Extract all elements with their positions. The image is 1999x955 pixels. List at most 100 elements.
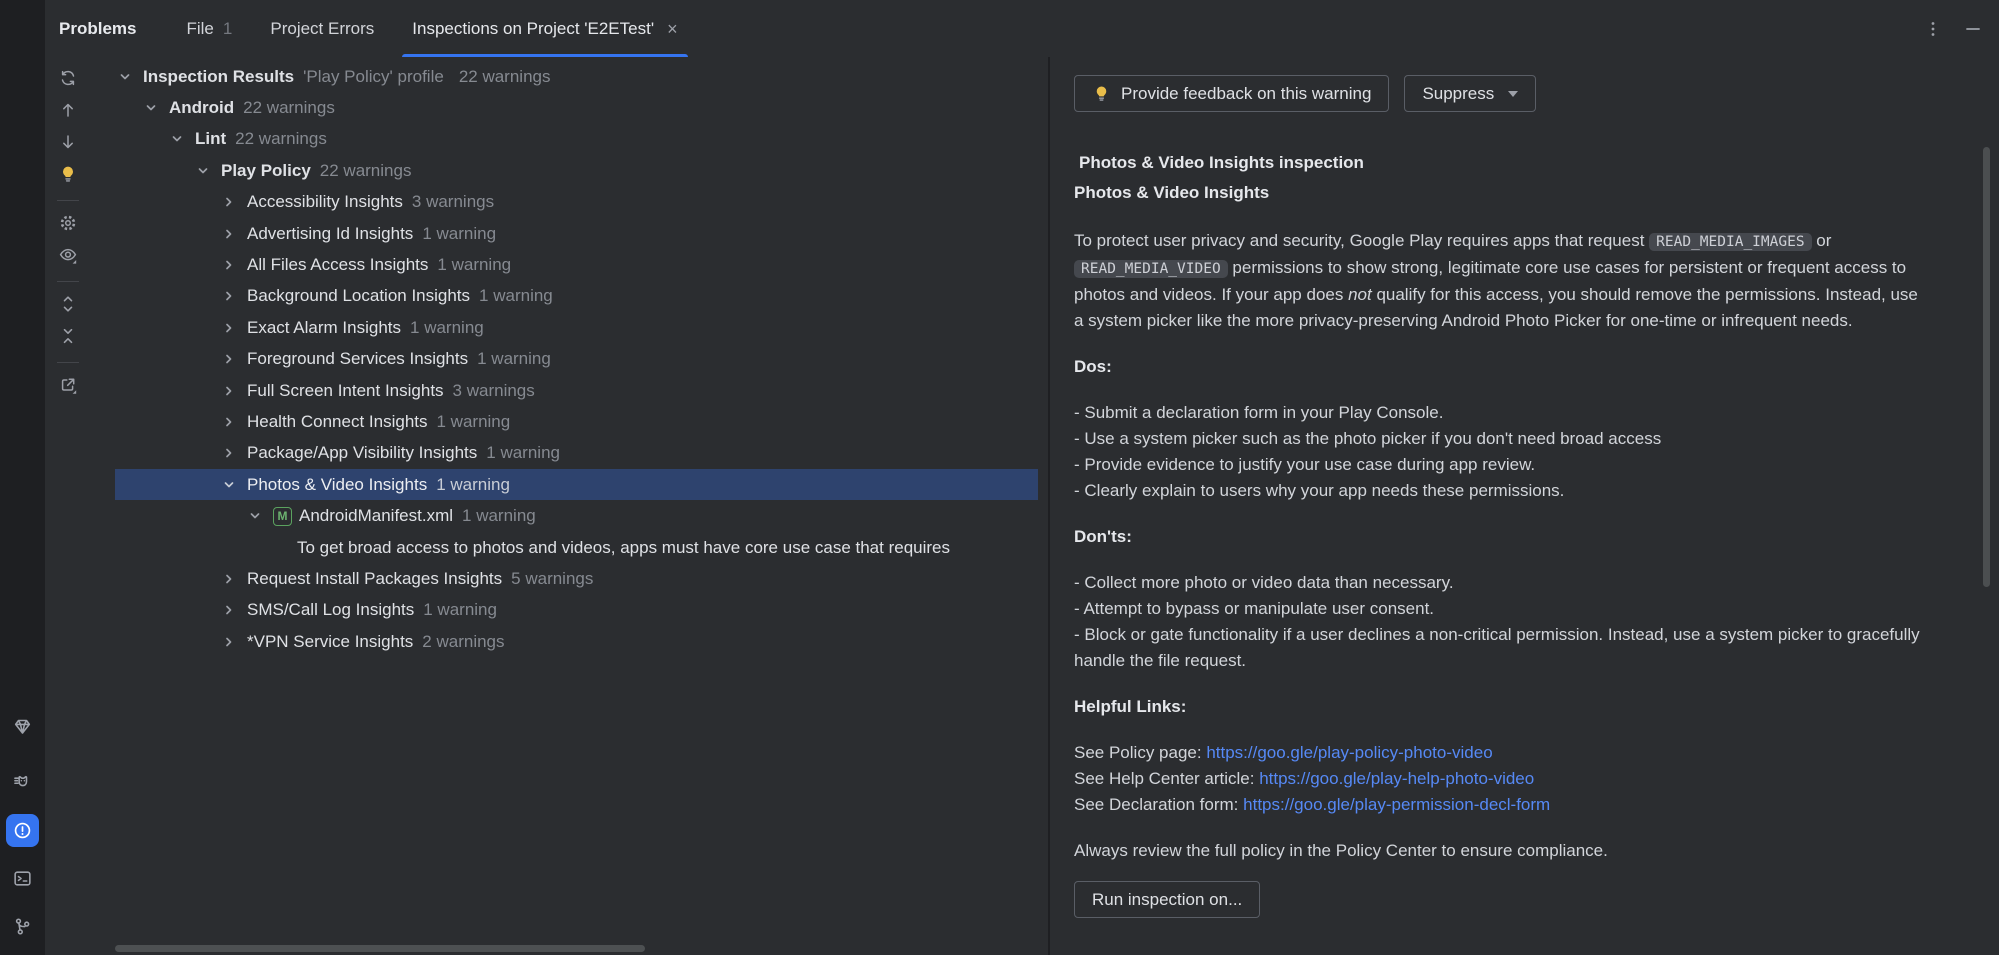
tree-row-background-location-insights[interactable]: Background Location Insights 1 warning (115, 281, 1038, 312)
tree-row-photos-video-insights[interactable]: Photos & Video Insights 1 warning (115, 469, 1038, 500)
provide-feedback-button[interactable]: Provide feedback on this warning (1074, 75, 1389, 112)
chevron-down-icon (1508, 91, 1518, 97)
inspection-subtitle: Photos & Video Insights (1074, 178, 1929, 208)
chevron-right-icon[interactable] (219, 349, 239, 369)
preview-eye-icon[interactable] (54, 241, 82, 269)
list-item: - Provide evidence to justify your use c… (1074, 452, 1929, 478)
tree-row-health-connect-insights[interactable]: Health Connect Insights 1 warning (115, 406, 1038, 437)
toolbar-separator (57, 281, 79, 282)
activity-rail (0, 0, 45, 955)
dos-list: - Submit a declaration form in your Play… (1074, 400, 1929, 504)
tab-project-errors[interactable]: Project Errors (270, 0, 374, 57)
list-item: - Block or gate functionality if a user … (1074, 622, 1929, 674)
export-icon[interactable] (54, 371, 82, 399)
tree-row-exact-alarm-insights[interactable]: Exact Alarm Insights 1 warning (115, 312, 1038, 343)
diamond-icon[interactable] (6, 710, 39, 743)
dos-heading: Dos: (1074, 354, 1929, 380)
list-item: - Attempt to bypass or manipulate user c… (1074, 596, 1929, 622)
arrow-down-icon[interactable] (54, 128, 82, 156)
permission-code-chip: READ_MEDIA_IMAGES (1649, 233, 1811, 251)
link-line: See Help Center article: https://goo.gle… (1074, 766, 1929, 792)
horizontal-scrollbar[interactable] (115, 945, 645, 952)
expand-all-icon[interactable] (54, 290, 82, 318)
tab-file[interactable]: File 1 (186, 0, 232, 57)
tree-row-all-files-access-insights[interactable]: All Files Access Insights 1 warning (115, 249, 1038, 280)
toolbar-separator (57, 362, 79, 363)
tree-row-play-policy[interactable]: Play Policy 22 warnings (115, 155, 1038, 186)
tool-window-title: Problems (59, 19, 136, 39)
kebab-menu-icon[interactable] (1923, 19, 1943, 39)
run-inspection-button[interactable]: Run inspection on... (1074, 881, 1260, 918)
tree-row-lint[interactable]: Lint 22 warnings (115, 124, 1038, 155)
chevron-right-icon[interactable] (219, 255, 239, 275)
link-line: See Policy page: https://goo.gle/play-po… (1074, 740, 1929, 766)
chevron-right-icon[interactable] (219, 286, 239, 306)
chevron-right-icon[interactable] (219, 632, 239, 652)
suppress-button[interactable]: Suppress (1404, 75, 1536, 112)
chevron-right-icon[interactable] (219, 318, 239, 338)
toolbar-separator (57, 200, 79, 201)
chevron-right-icon[interactable] (219, 381, 239, 401)
tree-row-android-manifest[interactable]: M AndroidManifest.xml 1 warning (115, 500, 1038, 531)
tree-row-android[interactable]: Android 22 warnings (115, 92, 1038, 123)
tree-row-advertising-id-insights[interactable]: Advertising Id Insights 1 warning (115, 218, 1038, 249)
tree-row-request-install-packages-insights[interactable]: Request Install Packages Insights 5 warn… (115, 563, 1038, 594)
links-list: See Policy page: https://goo.gle/play-po… (1074, 740, 1929, 818)
declaration-form-link[interactable]: https://goo.gle/play-permission-decl-for… (1243, 795, 1550, 814)
tree-row-full-screen-intent-insights[interactable]: Full Screen Intent Insights 3 warnings (115, 375, 1038, 406)
policy-reminder-text: Always review the full policy in the Pol… (1074, 838, 1929, 864)
chevron-down-icon[interactable] (219, 475, 239, 495)
link-line: See Declaration form: https://goo.gle/pl… (1074, 792, 1929, 818)
manifest-file-icon: M (273, 507, 292, 526)
list-item: - Submit a declaration form in your Play… (1074, 400, 1929, 426)
chevron-down-icon[interactable] (245, 506, 265, 526)
chevron-right-icon[interactable] (219, 412, 239, 432)
lightbulb-icon (1092, 84, 1111, 103)
chevron-down-icon[interactable] (167, 129, 187, 149)
chevron-right-icon[interactable] (219, 192, 239, 212)
inspection-description: To protect user privacy and security, Go… (1074, 228, 1929, 334)
tree-row-sms-call-log-insights[interactable]: SMS/Call Log Insights 1 warning (115, 595, 1038, 626)
lightbulb-icon[interactable] (54, 160, 82, 188)
arrow-up-icon[interactable] (54, 96, 82, 124)
minimize-icon[interactable] (1963, 19, 1983, 39)
chevron-right-icon[interactable] (219, 443, 239, 463)
list-item: - Use a system picker such as the photo … (1074, 426, 1929, 452)
list-item: - Collect more photo or video data than … (1074, 570, 1929, 596)
problems-icon[interactable] (6, 814, 39, 847)
copilot-cat-icon[interactable] (6, 766, 39, 799)
inspection-title: Photos & Video Insights inspection (1074, 148, 1929, 178)
tool-window-header: Problems File 1 Project Errors Inspectio… (45, 0, 1999, 57)
inspection-detail-panel: Provide feedback on this warning Suppres… (1050, 57, 1999, 955)
chevron-right-icon[interactable] (219, 224, 239, 244)
problems-tool-window: Problems File 1 Project Errors Inspectio… (45, 0, 1999, 955)
donts-list: - Collect more photo or video data than … (1074, 570, 1929, 674)
permission-code-chip: READ_MEDIA_VIDEO (1074, 260, 1228, 278)
chevron-down-icon[interactable] (141, 98, 161, 118)
tab-file-count: 1 (223, 19, 232, 39)
policy-page-link[interactable]: https://goo.gle/play-policy-photo-video (1206, 743, 1492, 762)
refresh-icon[interactable] (54, 64, 82, 92)
chevron-down-icon[interactable] (115, 67, 135, 87)
tree-row-vpn-service-insights[interactable]: *VPN Service Insights 2 warnings (115, 626, 1038, 657)
tree-row-package-app-visibility-insights[interactable]: Package/App Visibility Insights 1 warnin… (115, 438, 1038, 469)
tree-row-foreground-services-insights[interactable]: Foreground Services Insights 1 warning (115, 344, 1038, 375)
settings-gear-icon[interactable] (54, 209, 82, 237)
collapse-all-icon[interactable] (54, 322, 82, 350)
tree-row-inspection-results[interactable]: Inspection Results 'Play Policy' profile… (115, 61, 1038, 92)
donts-heading: Don'ts: (1074, 524, 1929, 550)
tree-row-accessibility-insights[interactable]: Accessibility Insights 3 warnings (115, 187, 1038, 218)
inspection-results-tree: Inspection Results 'Play Policy' profile… (90, 57, 1048, 955)
chevron-down-icon[interactable] (193, 161, 213, 181)
tree-row-warning-message[interactable]: To get broad access to photos and videos… (115, 532, 1038, 563)
chevron-right-icon[interactable] (219, 600, 239, 620)
terminal-icon[interactable] (6, 862, 39, 895)
helpful-links-heading: Helpful Links: (1074, 694, 1929, 720)
chevron-right-icon[interactable] (219, 569, 239, 589)
help-center-link[interactable]: https://goo.gle/play-help-photo-video (1259, 769, 1534, 788)
git-branch-icon[interactable] (6, 910, 39, 943)
list-item: - Clearly explain to users why your app … (1074, 478, 1929, 504)
tab-inspections[interactable]: Inspections on Project 'E2ETest' × (412, 0, 677, 57)
close-icon[interactable]: × (667, 20, 678, 38)
vertical-scrollbar[interactable] (1983, 147, 1990, 587)
